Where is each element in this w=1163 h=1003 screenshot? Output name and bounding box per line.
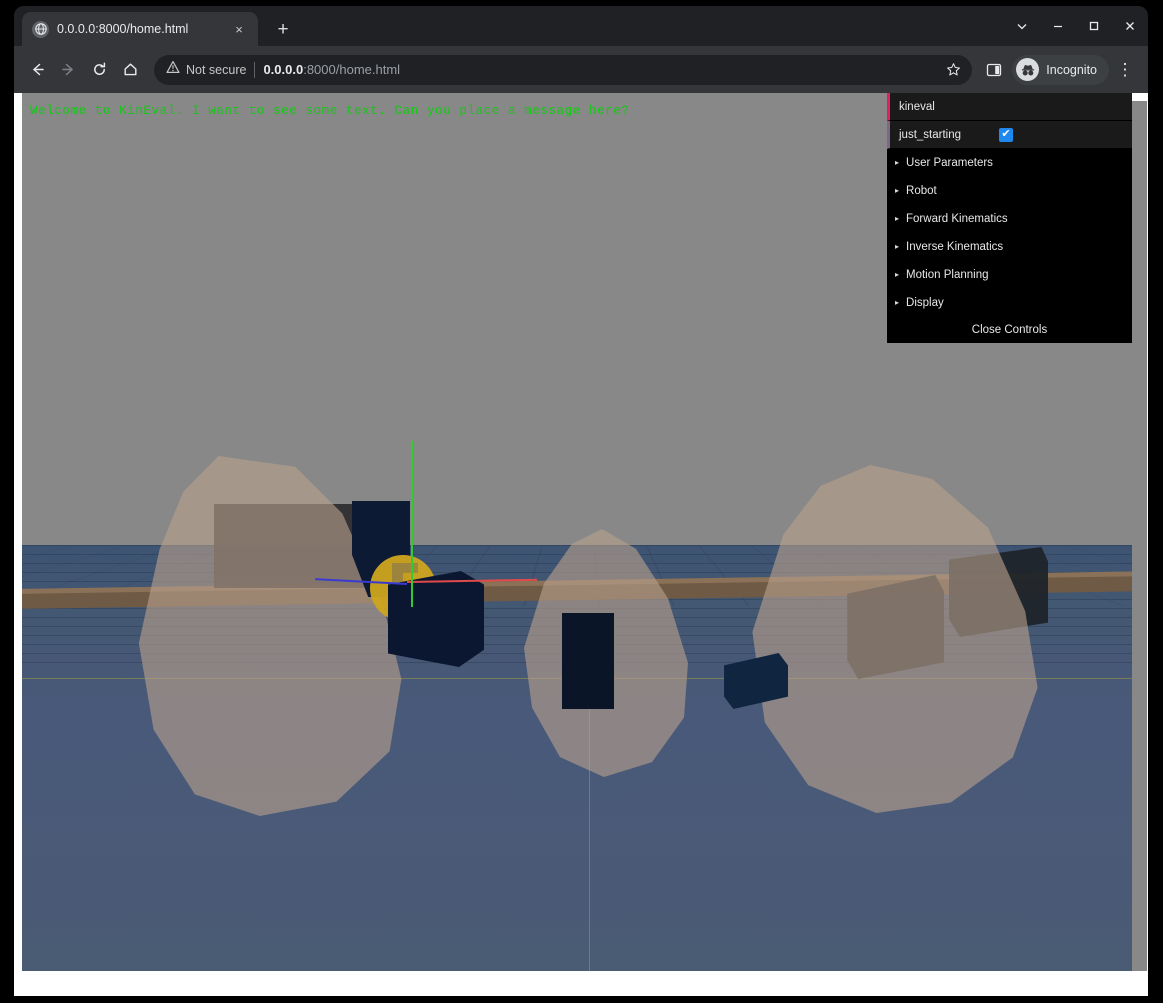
chevron-right-icon: ▸ (895, 269, 900, 279)
folder-label: Inverse Kinematics (906, 240, 1004, 253)
obstacle-box-center (562, 613, 614, 709)
tab-title: 0.0.0.0:8000/home.html (57, 22, 189, 36)
new-tab-button[interactable]: + (269, 15, 297, 43)
chevron-right-icon: ▸ (895, 157, 900, 167)
folder-inverse-kinematics[interactable]: ▸ Inverse Kinematics (887, 233, 1132, 261)
overlay-message: Welcome to KinEval. I want to see some t… (30, 104, 630, 118)
axis-y-line (411, 441, 413, 607)
folder-label: Display (906, 296, 944, 309)
folder-user-parameters[interactable]: ▸ User Parameters (887, 149, 1132, 177)
page-bottom-margin (14, 971, 1148, 996)
home-button[interactable] (115, 55, 145, 85)
url-host: 0.0.0.0 (263, 62, 304, 77)
security-label: Not secure (186, 62, 247, 77)
close-controls-button[interactable]: Close Controls (887, 317, 1132, 343)
back-button[interactable] (22, 55, 52, 85)
folder-robot[interactable]: ▸ Robot (887, 177, 1132, 205)
scrollbar-corner (1132, 93, 1147, 101)
window-controls (1004, 6, 1148, 46)
page-body: Welcome to KinEval. I want to see some t… (14, 93, 1148, 996)
security-status[interactable]: Not secure (166, 60, 246, 79)
just-starting-label: just_starting (899, 128, 962, 141)
page-scrollbar[interactable] (1132, 101, 1147, 971)
warning-icon (166, 60, 180, 79)
incognito-icon (1016, 58, 1040, 81)
address-bar[interactable]: Not secure 0.0.0.0:8000/home.html (154, 54, 973, 85)
chevron-right-icon: ▸ (895, 185, 900, 195)
browser-tab[interactable]: 0.0.0.0:8000/home.html × (22, 12, 258, 46)
url-path: :8000/home.html (303, 62, 401, 77)
bookmark-star-icon[interactable] (940, 57, 966, 83)
folder-label: Forward Kinematics (906, 212, 1008, 225)
page-left-margin (14, 93, 22, 971)
incognito-indicator[interactable]: Incognito (1012, 54, 1109, 85)
omnibox-divider (254, 61, 256, 78)
just-starting-row[interactable]: just_starting ✔ (887, 121, 1132, 149)
folder-display[interactable]: ▸ Display (887, 289, 1132, 317)
folder-label: Motion Planning (906, 268, 989, 281)
control-panel-title-row: kineval (887, 93, 1132, 121)
folder-label: Robot (906, 184, 937, 197)
browser-window: 0.0.0.0:8000/home.html × + Not secure 0.… (14, 6, 1148, 996)
tab-strip: 0.0.0.0:8000/home.html × + (14, 6, 1148, 46)
browser-menu-icon[interactable]: ⋮ (1110, 55, 1140, 85)
browser-toolbar: Not secure 0.0.0.0:8000/home.html Incogn… (14, 46, 1148, 93)
chevron-down-icon[interactable] (1004, 7, 1040, 45)
robot-arm-link (388, 571, 484, 667)
minimize-icon[interactable] (1040, 7, 1076, 45)
just-starting-checkbox[interactable]: ✔ (999, 127, 1013, 142)
reload-button[interactable] (84, 55, 114, 85)
maximize-icon[interactable] (1076, 7, 1112, 45)
side-panel-icon[interactable] (979, 55, 1009, 85)
chevron-right-icon: ▸ (895, 297, 900, 307)
chevron-right-icon: ▸ (895, 241, 900, 251)
incognito-label: Incognito (1046, 62, 1097, 77)
close-tab-icon[interactable]: × (230, 20, 248, 38)
kineval-control-panel: kineval just_starting ✔ ▸ User Parameter… (887, 93, 1132, 343)
close-window-icon[interactable] (1112, 7, 1148, 45)
folder-label: User Parameters (906, 156, 993, 169)
control-panel-title: kineval (899, 100, 935, 113)
globe-icon (32, 20, 49, 38)
url-text: 0.0.0.0:8000/home.html (263, 62, 932, 77)
folder-forward-kinematics[interactable]: ▸ Forward Kinematics (887, 205, 1132, 233)
forward-button[interactable] (53, 55, 83, 85)
chevron-right-icon: ▸ (895, 213, 900, 223)
folder-motion-planning[interactable]: ▸ Motion Planning (887, 261, 1132, 289)
